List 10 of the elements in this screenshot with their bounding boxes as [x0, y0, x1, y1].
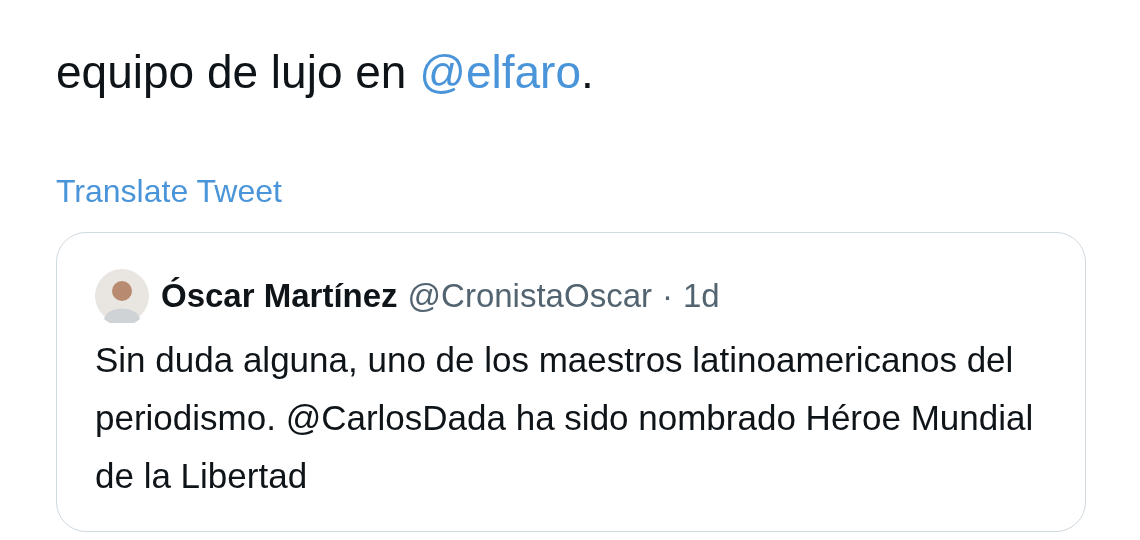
separator-dot: ·: [662, 277, 673, 315]
avatar-icon: [95, 269, 149, 323]
tweet-text: equipo de lujo en @elfaro.: [56, 45, 595, 100]
mention-link[interactable]: @elfaro: [419, 46, 581, 98]
quoted-tweet-text: Sin duda alguna, uno de los maestros latinoamericanos del periodismo. @CarlosDada ha sido nombrado Héroe Mundial de la Libertad: [95, 339, 1035, 497]
author-name[interactable]: Óscar Martínez: [161, 277, 398, 315]
quoted-tweet-card[interactable]: Óscar Martínez @CronistaOscar · 1d Sin duda alguna, uno de los maestros latinoamericanos del periodismo. @CarlosDada ha sido nombrado Héroe Mundial de la Libertad: [56, 232, 1086, 532]
author-handle[interactable]: @CronistaOscar: [407, 277, 652, 315]
translate-link[interactable]: Translate Tweet: [56, 173, 282, 210]
tweet-time[interactable]: 1d: [683, 277, 720, 315]
